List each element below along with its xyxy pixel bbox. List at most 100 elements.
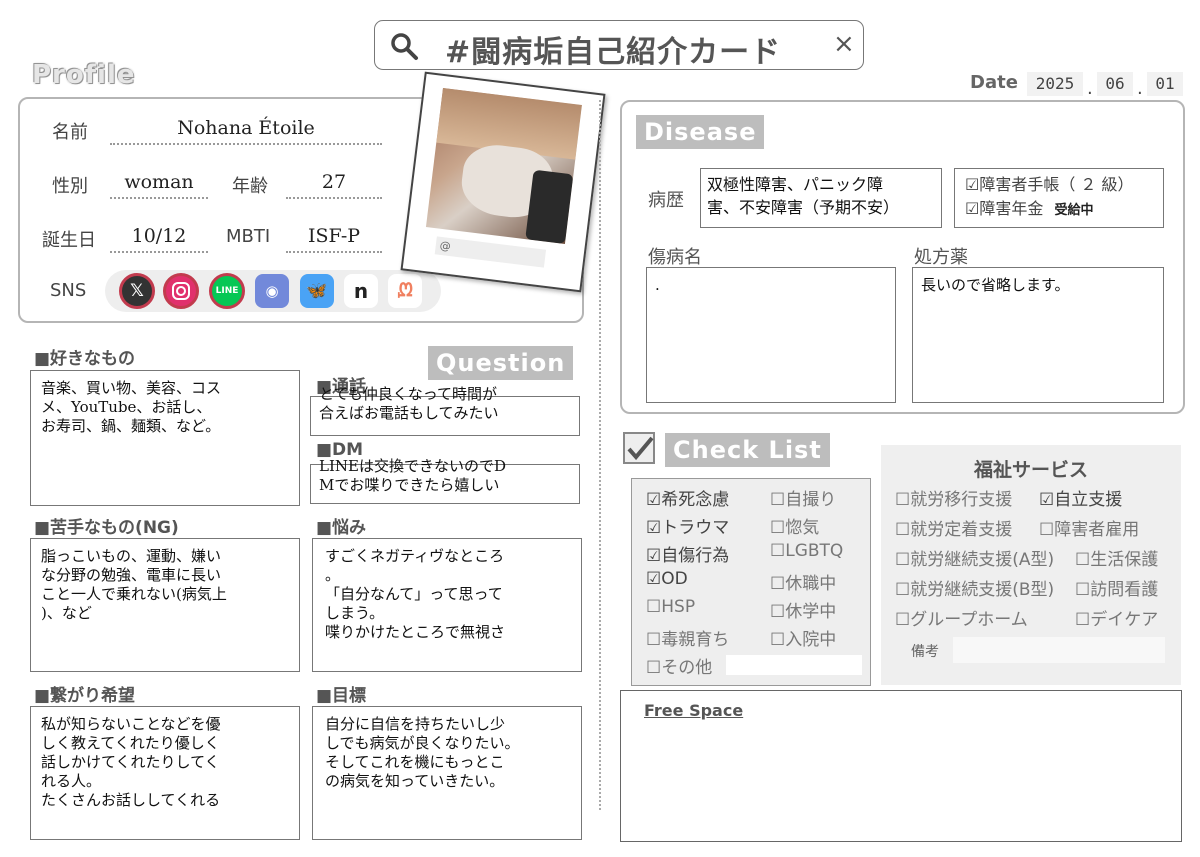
welfare-seikatsu-hogo[interactable]: ☐生活保護	[1075, 545, 1158, 570]
discord-icon[interactable]: ◉	[255, 274, 289, 308]
welfare-note-input[interactable]	[953, 637, 1165, 663]
checklist-panel: ☑希死念慮 ☑トラウマ ☑自傷行為 ☑OD ☐HSP ☐毒親育ち ☐その他 ☐自…	[631, 478, 871, 686]
dislikes-box: 脂っこいもの、運動、嫌い な分野の勉強、電車に長い こと一人で乗れない(病気上 …	[30, 538, 300, 672]
injury-label: 傷病名	[648, 247, 702, 268]
dm-box: LINEは交換できないのでD Mでお喋りできたら嬉しい	[310, 457, 580, 504]
check-trauma[interactable]: ☑トラウマ	[646, 513, 729, 538]
column-divider	[599, 100, 601, 810]
date-day: 01	[1147, 72, 1183, 96]
techo-checkbox[interactable]: ☑障害者手帳（ ２ 級）	[965, 173, 1153, 197]
check-selfie[interactable]: ☐自撮り	[770, 485, 836, 510]
sns-bar: 𝕏 LINE ◉ 🦋 n ᘻ	[105, 270, 441, 312]
injury-text: .	[655, 276, 660, 294]
welfare-houmon-kango[interactable]: ☐訪問看護	[1075, 575, 1158, 600]
instagram-icon[interactable]	[163, 273, 199, 309]
date-separator: .	[1137, 78, 1143, 99]
welfare-shuro-ikou[interactable]: ☐就労移行支援	[895, 485, 1012, 510]
checklist-check-icon	[623, 432, 655, 464]
check-hospitalized[interactable]: ☐入院中	[770, 625, 836, 650]
worry-text: すごくネガティヴなところ 。 「自分なんて」って思って しまう。 喋りかけたとこ…	[325, 547, 506, 641]
x-icon[interactable]: 𝕏	[119, 273, 155, 309]
close-icon[interactable]: ×	[833, 29, 855, 59]
line-icon[interactable]: LINE	[209, 273, 245, 309]
history-label: 病歴	[648, 190, 684, 211]
check-selfharm[interactable]: ☑自傷行為	[646, 541, 729, 566]
search-bar[interactable]: #闘病垢自己紹介カード ×	[374, 20, 864, 70]
welfare-note-label: 備考	[911, 644, 939, 660]
goal-box: 自分に自信を持ちたいし少 しでも病気が良くなりたい。 そしてこれを機にもっとこ …	[312, 706, 582, 840]
history-box: 双極性障害、パニック障 害、不安障害（予期不安）	[700, 168, 942, 228]
name-value: Nohana Étoile	[110, 111, 382, 145]
mbti-label: MBTI	[226, 226, 271, 247]
misskey-icon[interactable]: ᘻ	[388, 274, 422, 308]
profile-heading: Profile	[32, 60, 136, 90]
welfare-keizoku-a[interactable]: ☐就労継続支援(A型)	[895, 545, 1054, 570]
welfare-group-home[interactable]: ☐グループホーム	[895, 605, 1028, 630]
welfare-daycare[interactable]: ☐デイケア	[1075, 605, 1158, 630]
note-icon[interactable]: n	[344, 274, 378, 308]
goal-text: 自分に自信を持ちたいし少 しでも病気が良くなりたい。 そしてこれを機にもっとこ …	[325, 715, 520, 790]
birthday-label: 誕生日	[42, 230, 96, 251]
free-space-title: Free Space	[644, 701, 744, 720]
gender-label: 性別	[52, 176, 88, 197]
meds-text: 長いので省略します。	[921, 276, 1070, 294]
other-input[interactable]	[726, 655, 862, 675]
bluesky-icon[interactable]: 🦋	[300, 274, 334, 308]
mbti-value: ISF-P	[286, 219, 382, 253]
search-query[interactable]: #闘病垢自己紹介カード	[445, 27, 781, 71]
photo-phone	[525, 169, 574, 245]
nenkin-checkbox[interactable]: ☑障害年金	[965, 199, 1043, 218]
meds-label: 処方薬	[914, 247, 968, 268]
history-text: 双極性障害、パニック障 害、不安障害（予期不安）	[707, 175, 900, 217]
check-lgbtq[interactable]: ☐LGBTQ	[770, 541, 843, 561]
check-leave-school[interactable]: ☐休学中	[770, 597, 836, 622]
age-label: 年齢	[232, 176, 268, 197]
profile-photo	[425, 87, 582, 245]
dislikes-text: 脂っこいもの、運動、嫌い な分野の勉強、電車に長い こと一人で乗れない(病気上 …	[41, 547, 227, 622]
nenkin-row: ☑障害年金 受給中	[965, 197, 1153, 223]
date-label: Date	[970, 72, 1018, 93]
goal-title: ■目標	[316, 686, 367, 706]
likes-text: 音楽、買い物、美容、コス メ、YouTube、お話し、 お寿司、鍋、麺類、など。	[41, 379, 222, 435]
date-separator: .	[1087, 78, 1093, 99]
question-heading: Question	[428, 346, 574, 380]
meds-box: 長いので省略します。	[912, 267, 1164, 403]
check-other[interactable]: ☐その他	[646, 653, 712, 678]
welfare-title: 福祉サービス	[973, 459, 1088, 481]
connect-box: 私が知らないことなどを優 しく教えてくれたり優しく 話しかけてくれたりしてく れ…	[30, 706, 300, 840]
likes-title: ■好きなもの	[34, 349, 136, 369]
gender-value: woman	[110, 165, 208, 199]
check-noroke[interactable]: ☐惚気	[770, 513, 819, 538]
date-year: 2025	[1027, 72, 1083, 96]
dm-text: LINEは交換できないのでD Mでお喋りできたら嬉しい	[319, 457, 506, 494]
welfare-keizoku-b[interactable]: ☐就労継続支援(B型)	[895, 575, 1054, 600]
welfare-jiritsu-shien[interactable]: ☑自立支援	[1039, 485, 1122, 510]
welfare-panel: 福祉サービス ☐就労移行支援 ☑自立支援 ☐就労定着支援 ☐障害者雇用 ☐就労継…	[881, 445, 1181, 685]
call-box: とても仲良くなって時間が 合えばお電話もしてみたい	[310, 385, 580, 436]
sns-label: SNS	[50, 280, 87, 301]
dislikes-title: ■苦手なもの(NG)	[34, 518, 179, 538]
worry-title: ■悩み	[316, 518, 367, 538]
certificate-box: ☑障害者手帳（ ２ 級） ☑障害年金 受給中	[954, 168, 1164, 228]
check-kishinenryo[interactable]: ☑希死念慮	[646, 485, 729, 510]
connect-text: 私が知らないことなどを優 しく教えてくれたり優しく 話しかけてくれたりしてく れ…	[41, 715, 221, 809]
check-leave-work[interactable]: ☐休職中	[770, 569, 836, 594]
welfare-shuro-teichaku[interactable]: ☐就労定着支援	[895, 515, 1012, 540]
search-icon	[391, 33, 418, 60]
disease-heading: Disease	[636, 115, 765, 149]
welfare-shogaisha-koyo[interactable]: ☐障害者雇用	[1039, 515, 1139, 540]
birthday-value: 10/12	[110, 219, 208, 253]
profile-photo-frame: @	[400, 71, 606, 293]
check-toxic-parents[interactable]: ☐毒親育ち	[646, 625, 729, 650]
connect-title: ■繋がり希望	[34, 686, 136, 706]
name-label: 名前	[52, 122, 88, 143]
check-od[interactable]: ☑OD	[646, 569, 688, 589]
likes-box: 音楽、買い物、美容、コス メ、YouTube、お話し、 お寿司、鍋、麺類、など。	[30, 370, 300, 506]
check-hsp[interactable]: ☐HSP	[646, 597, 695, 617]
sns-handle: @	[434, 236, 547, 268]
worry-box: すごくネガティヴなところ 。 「自分なんて」って思って しまう。 喋りかけたとこ…	[312, 538, 582, 672]
call-text: とても仲良くなって時間が 合えばお電話もしてみたい	[319, 385, 499, 422]
injury-box: .	[646, 267, 896, 403]
age-value: 27	[286, 165, 382, 199]
checklist-heading: Check List	[665, 433, 830, 467]
